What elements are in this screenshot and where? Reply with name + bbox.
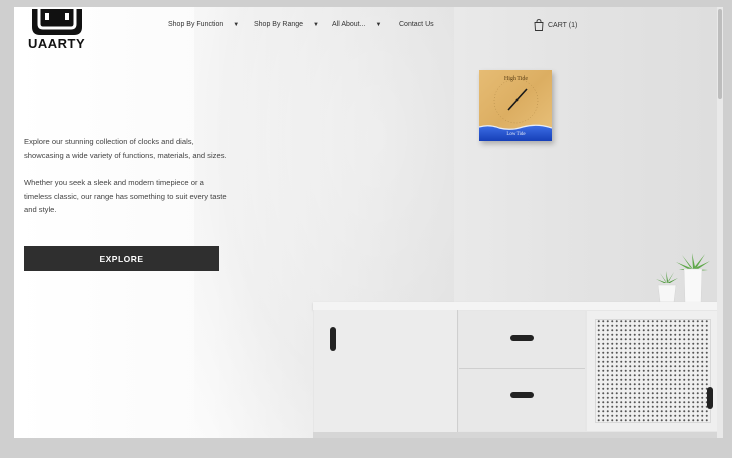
page-scrollbar[interactable] <box>717 7 723 438</box>
nav-label: All About... <box>332 21 366 28</box>
tide-clock-image[interactable]: High Tide Low Tide <box>479 70 552 141</box>
clock-low-tide-label: Low Tide <box>506 132 526 137</box>
caret-down-icon: ▼ <box>375 21 382 28</box>
shopping-bag-icon <box>534 19 544 31</box>
caret-down-icon: ▼ <box>233 21 240 28</box>
cabinet-perforated-frame <box>587 311 717 431</box>
nav-label: Shop By Function <box>168 21 224 28</box>
nav-label: Contact Us <box>399 21 434 28</box>
caret-down-icon: ▼ <box>313 21 319 28</box>
explore-button[interactable]: EXPLORE <box>24 246 219 271</box>
clock-high-tide-label: High Tide <box>504 76 529 82</box>
site-logo[interactable]: UAARTY <box>28 9 90 51</box>
scrollbar-thumb[interactable] <box>718 9 722 99</box>
cart-link[interactable]: CART (1) <box>534 19 577 31</box>
logo-text: UAARTY <box>28 36 86 51</box>
hero-frame: UAARTY Shop By Function ▼ Shop By Range … <box>14 7 717 438</box>
tall-plant-image <box>676 253 710 305</box>
cabinet-base <box>313 432 717 438</box>
hero-text: Explore our stunning collection of clock… <box>24 135 229 231</box>
hero-paragraph-2: Whether you seek a sleek and modern time… <box>24 178 227 214</box>
nav-item-all-about[interactable]: All About... ▼ <box>332 21 381 28</box>
nav-item-contact-us[interactable]: Contact Us <box>399 21 434 28</box>
drawer-handle <box>510 392 534 398</box>
cabinet-drawer-bottom <box>459 369 585 431</box>
nav-label: Shop By Range <box>254 21 304 28</box>
cart-label: CART (1) <box>548 21 578 29</box>
cabinet-handle <box>330 327 336 351</box>
cabinet-handle <box>707 387 713 409</box>
hero-paragraph-1: Explore our stunning collection of clock… <box>24 137 227 160</box>
logo-mark-icon <box>32 9 82 35</box>
nav-item-shop-by-range[interactable]: Shop By Range ▼ <box>254 21 319 28</box>
nav-item-shop-by-function[interactable]: Shop By Function ▼ <box>168 21 239 28</box>
drawer-handle <box>510 335 534 341</box>
cabinet-top <box>313 302 717 310</box>
